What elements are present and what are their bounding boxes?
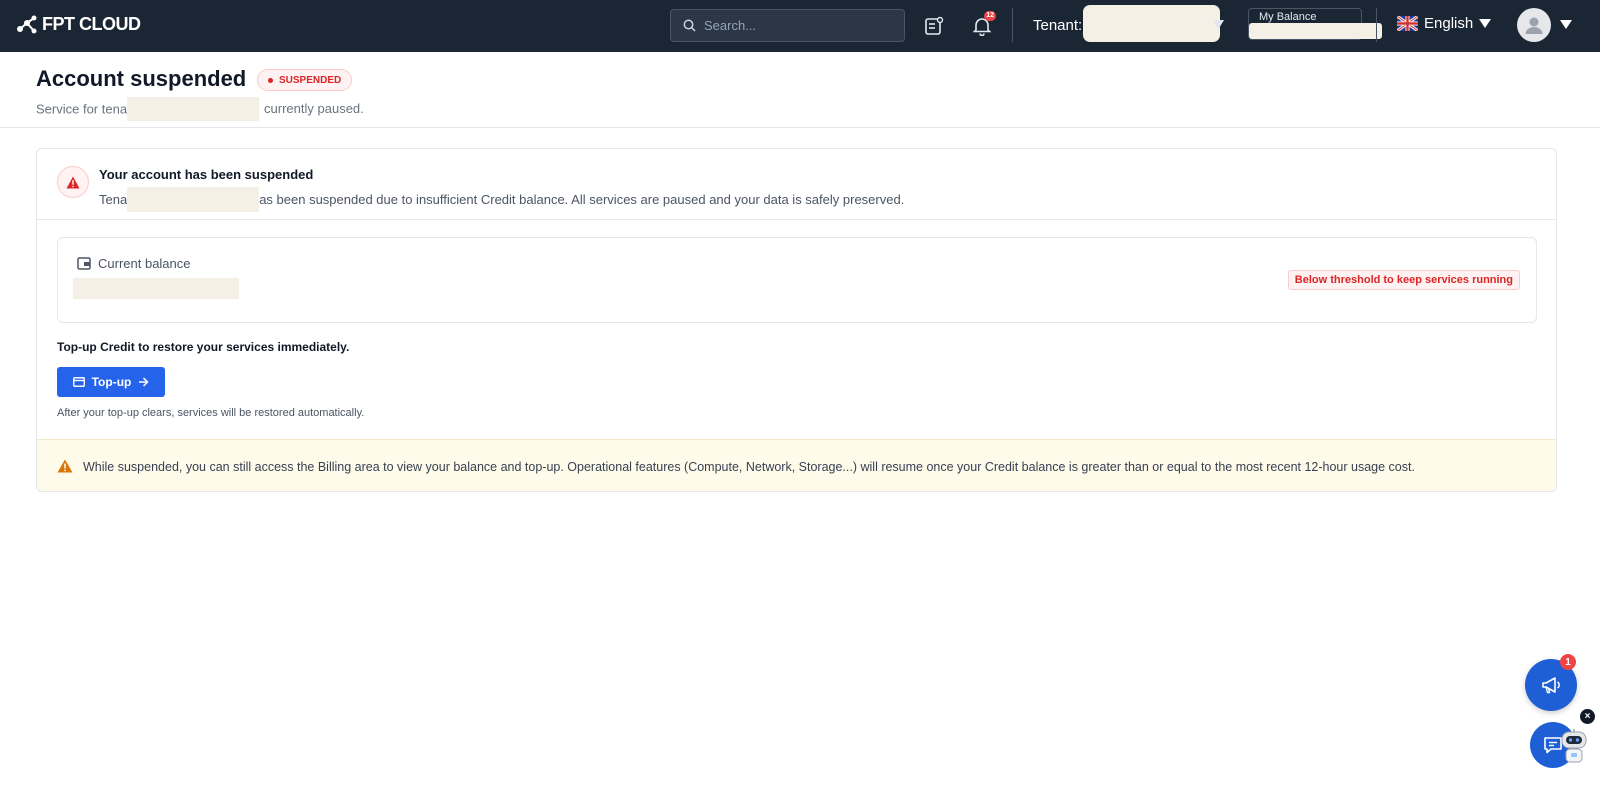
tenant-selector[interactable] [1083, 5, 1220, 42]
alert-message: Tena as been suspended due to insufficien… [99, 187, 905, 213]
topup-note: After your top-up clears, services will … [57, 407, 365, 419]
logo-icon [17, 15, 37, 33]
status-badge-label: SUSPENDED [279, 74, 342, 86]
arrow-right-icon [139, 377, 149, 387]
alert-icon-circle [57, 166, 89, 198]
top-navbar: FPT CLOUD 12 Tenant: My Balance [0, 0, 1600, 52]
megaphone-icon [1542, 677, 1560, 694]
header-divider [0, 127, 1600, 128]
user-avatar[interactable] [1517, 8, 1551, 42]
status-badge: SUSPENDED [257, 69, 353, 91]
page-subtitle: Service for tena currently paused. [36, 97, 364, 122]
current-balance-box: Current balance Below threshold to keep … [57, 237, 1537, 323]
billing-access-notice-text: While suspended, you can still access th… [83, 460, 1415, 474]
chatbot-robot-icon[interactable] [1557, 728, 1591, 768]
page-title: Account suspended [36, 66, 247, 91]
my-balance-label: My Balance [1259, 11, 1317, 23]
divider [1376, 8, 1377, 42]
notification-count-badge: 12 [984, 11, 996, 21]
card-divider [37, 219, 1556, 220]
tasks-icon[interactable] [922, 14, 946, 38]
status-dot [268, 77, 273, 83]
language-selector[interactable]: English [1397, 15, 1492, 32]
topup-button[interactable]: Top-up [57, 367, 165, 397]
suspension-card: Your account has been suspended Tena as b… [36, 148, 1557, 492]
alert-title: Your account has been suspended [99, 167, 314, 182]
credit-card-icon [72, 377, 85, 387]
warning-triangle-icon [66, 176, 80, 188]
announcement-count-badge: 1 [1560, 654, 1576, 670]
tenant-chevron-down-icon[interactable] [1213, 20, 1224, 29]
redacted-tenant-name [127, 187, 260, 212]
search-box[interactable] [670, 9, 905, 42]
wallet-icon [77, 257, 91, 270]
notification-bell-icon[interactable]: 12 [970, 11, 996, 38]
topup-button-label: Top-up [91, 375, 132, 389]
fpt-cloud-logo[interactable]: FPT CLOUD [16, 14, 141, 35]
alert-text-prefix: Tena [99, 191, 128, 207]
subtitle-suffix: currently paused. [264, 101, 364, 117]
topup-hint: Top-up Credit to restore your services i… [57, 340, 350, 354]
search-icon [683, 19, 696, 32]
below-threshold-badge: Below threshold to keep services running [1287, 270, 1520, 290]
current-balance-label: Current balance [98, 256, 191, 271]
current-balance-value [73, 278, 239, 299]
warning-triangle-icon [57, 459, 73, 473]
user-icon [1525, 17, 1543, 34]
redacted-tenant-name [127, 97, 260, 121]
close-chat-icon[interactable]: × [1580, 709, 1595, 724]
my-balance-value [1249, 23, 1382, 39]
alert-text-suffix: as been suspended due to insufficient Cr… [259, 191, 905, 207]
user-menu-chevron-down-icon[interactable] [1560, 20, 1572, 29]
subtitle-prefix: Service for tena [36, 101, 128, 117]
search-input[interactable] [704, 18, 894, 33]
uk-flag-icon [1397, 16, 1418, 31]
language-chevron-down-icon [1479, 19, 1492, 28]
billing-access-notice: While suspended, you can still access th… [37, 439, 1556, 491]
tenant-label: Tenant: [1033, 17, 1083, 34]
language-label: English [1424, 15, 1474, 32]
logo-text: FPT CLOUD [42, 14, 141, 34]
divider [1012, 8, 1013, 42]
